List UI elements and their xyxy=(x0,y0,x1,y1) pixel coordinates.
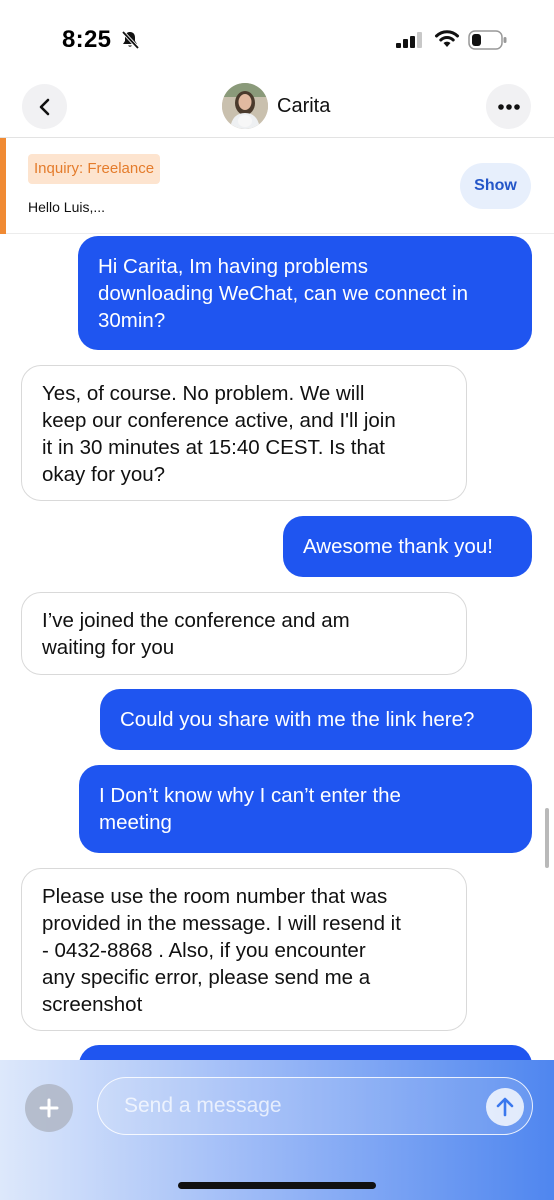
plus-icon xyxy=(39,1098,59,1118)
message-bubble-outgoing[interactable]: Could you share with me the link here? xyxy=(100,689,532,750)
message-line: 30min? xyxy=(98,309,166,332)
message-bubble-outgoing[interactable]: I Don’t know why I can’t enter the meeti… xyxy=(79,765,532,853)
message-line: provided in the message. I will resend i… xyxy=(42,912,401,935)
chat-header: Carita xyxy=(0,80,554,138)
message-bubble-outgoing[interactable]: Hi Carita, Im having problems downloadin… xyxy=(78,236,532,350)
banner-accent-bar xyxy=(0,138,6,234)
message-line: I Don’t know why I can’t enter the xyxy=(99,784,401,807)
inquiry-banner: Inquiry: Freelance Hello Luis,... Show xyxy=(0,138,554,234)
more-horizontal-icon xyxy=(497,103,520,110)
message-bubble-outgoing[interactable]: Awesome thank you! xyxy=(283,516,532,577)
message-line: Please use the room number that was xyxy=(42,885,388,908)
cellular-signal-icon xyxy=(396,32,422,48)
contact-name[interactable]: Carita xyxy=(277,95,330,118)
battery-icon xyxy=(468,30,507,50)
inquiry-tag: Inquiry: Freelance xyxy=(28,154,161,184)
scroll-indicator[interactable] xyxy=(545,808,549,868)
message-line: screenshot xyxy=(42,993,143,1016)
message-input[interactable] xyxy=(97,1077,533,1135)
message-line: Could you share with me the link here? xyxy=(120,708,475,731)
avatar-photo xyxy=(222,83,268,129)
message-line: any specific error, please send me a xyxy=(42,966,371,989)
chevron-left-icon xyxy=(39,98,49,115)
message-list[interactable]: Hi Carita, Im having problems downloadin… xyxy=(0,234,554,1060)
message-line: I’ve joined the conference and am xyxy=(42,609,350,632)
add-attachment-button[interactable] xyxy=(25,1084,73,1132)
inquiry-preview-text: Hello Luis,... xyxy=(28,199,106,215)
message-line: Yes, of course. No problem. We will xyxy=(42,382,365,405)
message-line: - 0432-8868 . Also, if you encounter xyxy=(42,939,366,962)
message-bubble-outgoing[interactable] xyxy=(79,1045,532,1060)
message-line: waiting for you xyxy=(42,636,175,659)
show-button[interactable]: Show xyxy=(460,163,531,209)
status-time: 8:25 xyxy=(62,26,112,53)
message-line: downloading WeChat, can we connect in xyxy=(98,282,468,305)
message-line: Hi Carita, Im having problems xyxy=(98,255,369,278)
status-bar: 8:25 xyxy=(0,0,554,80)
arrow-up-icon xyxy=(496,1097,514,1117)
send-button[interactable] xyxy=(486,1088,524,1126)
message-line: keep our conference active, and I'll joi… xyxy=(42,409,396,432)
message-line: Awesome thank you! xyxy=(303,535,493,558)
message-composer xyxy=(0,1060,554,1200)
more-options-button[interactable] xyxy=(486,84,531,129)
wifi-icon xyxy=(435,30,459,47)
message-line: it in 30 minutes at 15:40 CEST. Is that xyxy=(42,436,385,459)
home-indicator[interactable] xyxy=(178,1182,376,1189)
bell-slash-icon xyxy=(121,30,140,50)
back-button[interactable] xyxy=(22,84,67,129)
avatar[interactable] xyxy=(222,83,268,129)
message-bubble-incoming[interactable]: Yes, of course. No problem. We will keep… xyxy=(21,365,467,501)
message-line: meeting xyxy=(99,811,172,834)
message-line: okay for you? xyxy=(42,463,166,486)
message-bubble-incoming[interactable]: I’ve joined the conference and am waitin… xyxy=(21,592,467,675)
message-bubble-incoming[interactable]: Please use the room number that was prov… xyxy=(21,868,467,1031)
